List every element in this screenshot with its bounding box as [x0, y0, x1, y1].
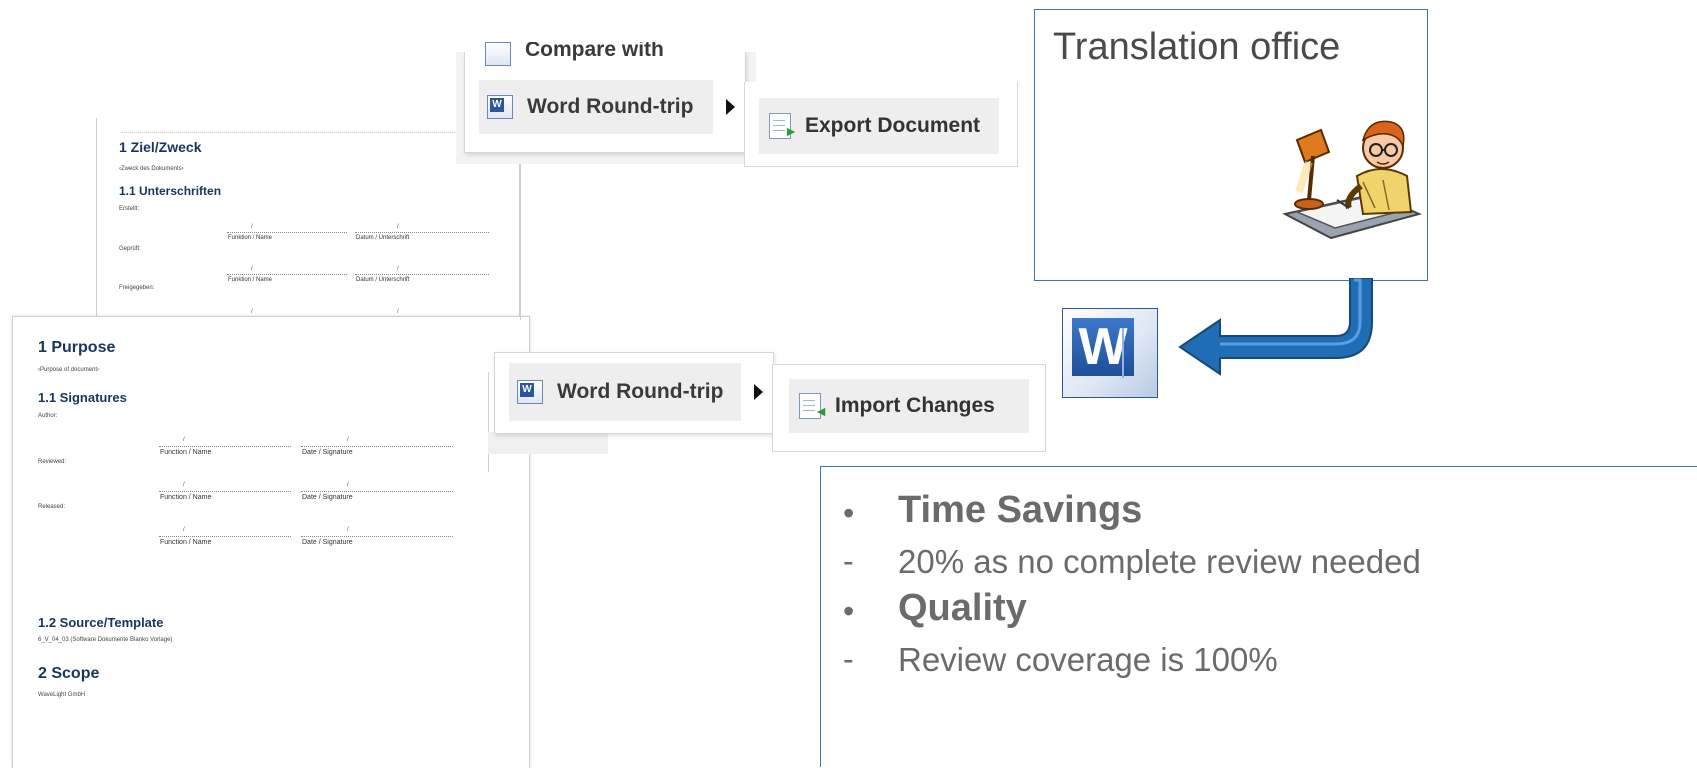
- menu-divider: [520, 160, 521, 320]
- sig-caption-date: Date / Signature: [302, 494, 353, 501]
- translation-office-panel: Translation office: [1034, 9, 1428, 281]
- word-icon-letter: W: [520, 383, 534, 397]
- sig-separator: /: [251, 224, 253, 230]
- import-changes-icon: ◄: [799, 393, 828, 419]
- sig-caption-name: Function / Name: [160, 494, 212, 501]
- menu-item-word-round-trip[interactable]: W Word Round-trip: [479, 80, 735, 134]
- menu-backdrop: [488, 432, 608, 454]
- sig-caption-name: Funktion / Name: [228, 277, 273, 283]
- import-changes-label: Import Changes: [835, 394, 995, 417]
- sig-caption-date: Date / Signature: [302, 539, 353, 546]
- doc-template-name: 6_V_04_03 (Software Dokumente Blanko Vor…: [38, 637, 173, 643]
- translator-clipart-icon: [1282, 120, 1422, 240]
- doc-heading-purpose: 1 Ziel/Zweck: [119, 139, 202, 155]
- dash-marker: -: [843, 543, 854, 579]
- sig-caption-date: Date / Signature: [302, 449, 353, 456]
- sig-separator: /: [397, 309, 399, 315]
- benefit-heading: Time Savings: [898, 489, 1143, 531]
- benefit-detail: 20% as no complete review needed: [898, 543, 1421, 580]
- benefit-heading: Quality: [898, 587, 1027, 629]
- word-icon: W: [517, 380, 543, 404]
- compare-icon: [485, 42, 511, 66]
- benefit-detail: Review coverage is 100%: [898, 641, 1278, 678]
- doc-heading-signatures: 1.1 Unterschriften: [119, 184, 222, 198]
- context-menu-top: Compare with W Word Round-trip: [464, 42, 746, 153]
- sig-caption-date: Datum / Unterschrift: [356, 277, 410, 283]
- doc-heading-purpose: 1 Purpose: [38, 339, 116, 356]
- sig-caption-date: Datum / Unterschrift: [356, 235, 410, 241]
- sig-separator: /: [183, 527, 185, 533]
- menu-item-word-round-trip[interactable]: W Word Round-trip: [509, 363, 763, 421]
- menu-item-label: Compare with: [525, 42, 664, 61]
- export-document-label: Export Document: [805, 114, 981, 137]
- return-arrow-icon: [1178, 278, 1373, 376]
- sig-separator: /: [183, 437, 185, 443]
- sig-caption-name: Function / Name: [160, 539, 212, 546]
- menu-divider: [488, 372, 489, 472]
- bullet-marker: •: [843, 593, 855, 629]
- sig-caption-name: Function / Name: [160, 449, 212, 456]
- export-document-icon: ►: [769, 113, 798, 139]
- word-icon-letter: W: [490, 98, 504, 112]
- export-document-button[interactable]: ► Export Document: [759, 98, 999, 154]
- doc-heading-source: 1.2 Source/Template: [38, 615, 164, 630]
- sig-separator: /: [347, 437, 349, 443]
- benefits-panel: • Time Savings - 20% as no complete revi…: [820, 466, 1697, 767]
- doc-role-author: Erstellt:: [119, 206, 140, 212]
- menu-item-label: Word Round-trip: [557, 380, 724, 403]
- submenu-import: ◄ Import Changes: [772, 364, 1046, 452]
- translation-office-title: Translation office: [1053, 26, 1341, 68]
- doc-heading-signatures: 1.1 Signatures: [38, 390, 127, 405]
- doc-role-reviewer: Geprüft:: [119, 246, 141, 252]
- doc-scope-text: WaveLight GmbH: [38, 692, 86, 698]
- doc-role-releaser: Freigegeben:: [119, 285, 155, 291]
- menu-item-label: Word Round-trip: [527, 95, 694, 118]
- sig-separator: /: [397, 224, 399, 230]
- sig-separator: /: [347, 482, 349, 488]
- sig-separator: /: [397, 266, 399, 272]
- doc-purpose-placeholder: ‹Purpose of document›: [38, 367, 100, 373]
- sig-separator: /: [251, 309, 253, 315]
- word-icon: W: [487, 95, 513, 119]
- doc-role-reviewer: Reviewed:: [38, 459, 67, 465]
- sig-separator: /: [251, 266, 253, 272]
- submenu-arrow-icon: [726, 99, 735, 115]
- dash-marker: -: [843, 641, 854, 677]
- doc-role-author: Author:: [38, 413, 58, 419]
- doc-role-releaser: Released:: [38, 504, 66, 510]
- word-document-icon: W: [1062, 308, 1158, 398]
- context-menu-bottom: W Word Round-trip: [494, 352, 774, 434]
- submenu-export: ► Export Document: [744, 82, 1018, 167]
- sig-separator: /: [183, 482, 185, 488]
- sig-caption-name: Funktion / Name: [228, 235, 273, 241]
- sig-separator: /: [347, 527, 349, 533]
- menu-item-compare-with[interactable]: Compare with: [485, 42, 664, 66]
- import-changes-button[interactable]: ◄ Import Changes: [789, 379, 1029, 433]
- doc-purpose-placeholder: ‹Zweck des Dokuments›: [119, 166, 184, 172]
- doc-heading-scope: 2 Scope: [38, 665, 100, 682]
- bullet-marker: •: [843, 495, 855, 531]
- english-document-preview: 1 Purpose ‹Purpose of document› 1.1 Sign…: [12, 316, 530, 768]
- submenu-arrow-icon: [754, 384, 763, 400]
